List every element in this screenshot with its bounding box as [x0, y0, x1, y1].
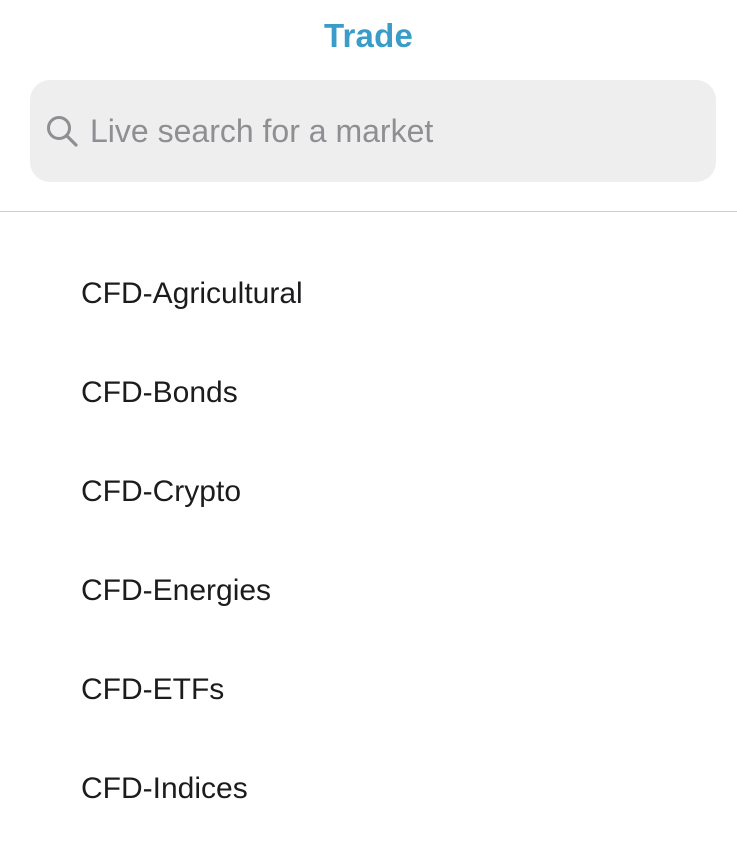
header: Trade [0, 0, 737, 72]
search-container [0, 72, 737, 182]
market-item-label: CFD-Agricultural [81, 276, 303, 310]
market-item-bonds[interactable]: CFD-Bonds [0, 343, 737, 442]
market-item-energies[interactable]: CFD-Energies [0, 541, 737, 640]
market-item-label: CFD-Indices [81, 771, 248, 805]
market-item-agricultural[interactable]: CFD-Agricultural [0, 244, 737, 343]
market-item-indices[interactable]: CFD-Indices [0, 739, 737, 838]
market-item-label: CFD-Energies [81, 573, 272, 607]
divider [0, 211, 737, 212]
market-item-label: CFD-ETFs [81, 672, 225, 706]
market-item-crypto[interactable]: CFD-Crypto [0, 442, 737, 541]
market-item-label: CFD-Crypto [81, 474, 242, 508]
search-input[interactable] [90, 101, 716, 161]
search-icon [44, 113, 80, 149]
market-item-label: CFD-Bonds [81, 375, 238, 409]
market-item-etfs[interactable]: CFD-ETFs [0, 640, 737, 739]
trade-screen: Trade CFD-Agricultural CFD-Bonds CFD-Cry… [0, 0, 737, 845]
search-bar[interactable] [30, 80, 716, 182]
market-list: CFD-Agricultural CFD-Bonds CFD-Crypto CF… [0, 244, 737, 838]
page-title: Trade [323, 17, 414, 54]
